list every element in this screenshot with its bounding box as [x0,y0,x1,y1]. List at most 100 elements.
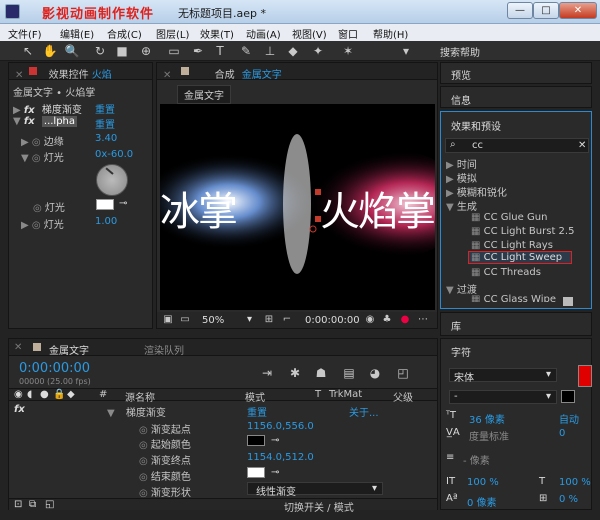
timeline-timecode[interactable]: 0:00:00:00 [19,361,90,376]
col-source-name[interactable]: 源名称 [125,389,155,404]
label-icon[interactable]: ◆ [67,389,75,400]
timeline-tab[interactable]: 金属文字 [49,342,89,357]
zoom-tool-icon[interactable]: 🔍 [64,43,80,59]
effects-presets-title[interactable]: 效果和预设 [451,118,501,133]
camera-tool-icon[interactable]: ■ [114,43,130,59]
pen-tool-icon[interactable]: ✒ [190,43,206,59]
horizontal-scale-value[interactable]: 100 % [559,477,591,488]
ramp-shape-select[interactable]: 线性渐变 ▾ [247,482,383,498]
effect-item[interactable]: ▦ CC Light Rays [471,240,553,251]
alpha-reset-link[interactable]: 重置 [95,116,115,131]
end-color-eyedropper-icon[interactable]: ⊸ [271,467,279,478]
hand-tool-icon[interactable]: ✋ [42,43,58,59]
search-clear-icon[interactable]: ✕ [578,140,586,151]
effect-item[interactable]: ▦ CC Light Burst 2.5 [471,226,574,237]
gradient-about[interactable]: 关于... [349,404,379,419]
prop-light-intensity-value[interactable]: 1.00 [95,216,117,227]
search-help-label[interactable]: 搜索帮助 [440,44,480,59]
effect-item-selected[interactable]: ▦ CC Light Sweep [468,251,572,264]
render-queue-tab[interactable]: 渲染队列 [144,342,184,357]
preview-panel-title[interactable]: 预览 [451,67,471,82]
tsume-value[interactable]: 0 % [559,494,578,505]
gradient-reset[interactable]: 重置 [247,404,267,419]
audio-icon[interactable]: ◖ [27,389,32,400]
gradient-reset-link[interactable]: 重置 [95,101,115,116]
puppet-tool-icon[interactable]: ✶ [340,43,356,59]
comp-close-icon[interactable]: ✕ [163,70,171,81]
workspace-dropdown-icon[interactable]: ▾ [398,43,414,59]
show-snapshot-icon[interactable]: ♣ [379,312,395,328]
fill-color-swatch[interactable] [578,365,592,387]
frame-blending-icon[interactable]: ▤ [341,365,357,381]
new-folder-icon[interactable] [563,297,573,306]
zoom-dropdown-icon[interactable]: ▾ [247,314,252,325]
menu-animation[interactable]: 动画(A) [246,26,281,41]
minimize-button[interactable]: — [507,2,533,19]
menu-help[interactable]: 帮助(H) [373,26,408,41]
menu-window[interactable]: 窗口 [338,26,358,41]
draft-3d-icon[interactable]: ✱ [287,365,303,381]
category-simulate[interactable]: ▶ 模拟 [446,170,477,185]
zoom-level[interactable]: 50% [202,315,224,326]
font-select[interactable]: 宋体 ▾ [449,368,557,384]
viewer-menu-icon[interactable]: ⋯ [415,312,431,328]
category-blur-sharpen[interactable]: ▶ 模糊和锐化 [446,184,507,199]
always-preview-icon[interactable]: ▣ [160,312,176,328]
viewer-timecode[interactable]: 0:00:00:00 [305,315,360,326]
rectangle-tool-icon[interactable]: ▭ [166,43,182,59]
col-mode[interactable]: 模式 [245,389,265,404]
maximize-button[interactable]: □ [533,2,559,19]
effect-item[interactable]: ▦ CC Glue Gun [471,212,547,223]
tracking-value[interactable]: 0 [559,428,565,439]
effect-item[interactable]: ▦ CC Threads [471,267,541,278]
font-size-value[interactable]: 36 像素 [469,411,505,426]
type-tool-icon[interactable]: T [212,43,228,59]
stroke-width-value[interactable]: - 像素 [463,452,490,467]
vertical-scale-value[interactable]: 100 % [467,477,499,488]
effect-controls-tab[interactable]: 效果控件 [49,70,89,81]
clone-stamp-tool-icon[interactable]: ⊥ [262,43,278,59]
eyedropper-icon[interactable]: ⊸ [119,198,127,209]
category-generate[interactable]: ▼ 生成 [446,198,477,213]
end-point-value[interactable]: 1154.0,512.0 [247,452,314,463]
menu-view[interactable]: 视图(V) [292,26,327,41]
character-title[interactable]: 字符 [451,344,471,359]
menu-composition[interactable]: 合成(C) [107,26,142,41]
comp-chip[interactable]: 金属文字 [177,85,231,104]
leading-value[interactable]: 自动 [559,411,579,426]
effects-search-input[interactable]: cc [472,140,483,151]
stroke-color-swatch[interactable] [561,390,575,403]
timeline-close-icon[interactable]: ✕ [14,342,22,353]
lock-icon[interactable]: 🔒 [53,389,65,400]
region-icon[interactable]: ⌐ [279,312,295,328]
library-title[interactable]: 库 [451,318,461,333]
footer-switch-icon[interactable]: ◱ [45,499,54,510]
kerning-value[interactable]: 度量标准 [469,428,509,443]
col-parent[interactable]: 父级 [393,389,413,404]
footer-toggle-icon[interactable]: ⊡ [14,499,22,510]
menu-effect[interactable]: 效果(T) [200,26,234,41]
info-panel-title[interactable]: 信息 [451,92,471,107]
light-color-swatch[interactable] [96,199,114,210]
brush-tool-icon[interactable]: ✎ [238,43,254,59]
rotate-tool-icon[interactable]: ↻ [92,43,108,59]
baseline-shift-value[interactable]: 0 像素 [467,494,497,509]
timeline-row-gradient[interactable]: ▼ 梯度渐变 [107,404,166,419]
end-color-swatch[interactable] [247,467,265,478]
menu-file[interactable]: 文件(F) [8,26,42,41]
monitor-icon[interactable]: ▭ [177,312,193,328]
menu-layer[interactable]: 图层(L) [156,26,189,41]
category-time[interactable]: ▶ 时间 [446,156,477,171]
effects-search-box[interactable]: ⌕ cc ✕ [445,138,589,153]
font-style-select[interactable]: - ▾ [449,390,557,404]
comp-mini-flowchart-icon[interactable]: ⇥ [259,365,275,381]
motion-blur-icon[interactable]: ◕ [367,365,383,381]
roto-brush-tool-icon[interactable]: ✦ [310,43,326,59]
prop-edge-value[interactable]: 3.40 [95,133,117,144]
start-color-swatch[interactable] [247,435,265,446]
panel-close-icon[interactable]: ✕ [15,70,23,81]
composition-viewer[interactable]: 冰掌 火焰掌 [160,104,435,310]
prop-light-angle-value[interactable]: 0x-60.0 [95,149,133,160]
close-button[interactable]: ✕ [559,2,597,19]
solo-icon[interactable]: ● [40,389,49,400]
